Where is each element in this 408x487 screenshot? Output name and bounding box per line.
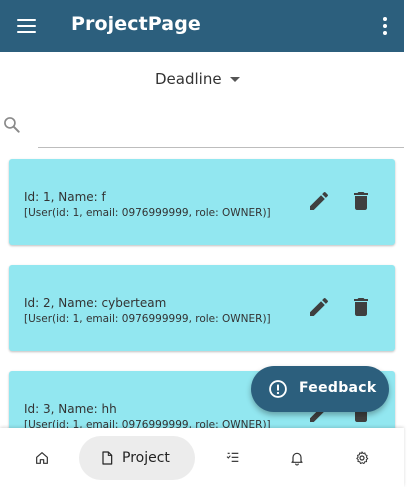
sort-label: Deadline bbox=[155, 70, 222, 88]
nav-item-notifications[interactable] bbox=[277, 436, 317, 480]
gear-icon bbox=[356, 451, 369, 465]
alert-circle-icon bbox=[269, 380, 287, 398]
task-list-icon bbox=[226, 452, 239, 462]
project-list-area: Deadline Id: 1, Name: f [User(id: 1, ema… bbox=[0, 0, 404, 428]
project-name-line: Id: 1, Name: f bbox=[24, 190, 106, 204]
sort-dropdown[interactable]: Deadline bbox=[155, 66, 240, 92]
search-input[interactable] bbox=[38, 110, 404, 148]
nav-item-project[interactable]: Project bbox=[79, 436, 195, 480]
project-users-line: [User(id: 1, email: 0976999999, role: OW… bbox=[24, 313, 271, 325]
project-users-line: [User(id: 1, email: 0976999999, role: OW… bbox=[24, 207, 271, 219]
feedback-label: Feedback bbox=[299, 380, 377, 396]
nav-item-home[interactable] bbox=[22, 436, 62, 480]
project-name-line: Id: 2, Name: cyberteam bbox=[24, 296, 167, 310]
delete-icon[interactable] bbox=[349, 295, 373, 319]
page-title: ProjectPage bbox=[71, 13, 201, 35]
project-document-icon bbox=[102, 451, 113, 465]
search-icon bbox=[4, 117, 20, 133]
edit-icon[interactable] bbox=[307, 189, 331, 213]
project-page: Deadline Id: 1, Name: f [User(id: 1, ema… bbox=[0, 0, 408, 487]
delete-icon[interactable] bbox=[349, 189, 373, 213]
menu-icon[interactable] bbox=[10, 12, 42, 40]
bottom-navigation: Project bbox=[0, 428, 404, 487]
more-vert-icon[interactable] bbox=[376, 13, 394, 39]
feedback-button[interactable]: Feedback bbox=[251, 366, 389, 412]
edit-icon[interactable] bbox=[307, 295, 331, 319]
nav-label-project: Project bbox=[122, 450, 170, 466]
project-name-line: Id: 3, Name: hh bbox=[24, 402, 117, 416]
bell-icon bbox=[291, 452, 303, 466]
caret-down-icon bbox=[229, 76, 240, 82]
nav-item-tasks[interactable] bbox=[213, 436, 253, 480]
nav-item-settings[interactable] bbox=[342, 436, 382, 480]
project-users-line: [User(id: 1, email: 0976999999, role: OW… bbox=[24, 419, 271, 428]
project-card[interactable]: Id: 1, Name: f [User(id: 1, email: 09769… bbox=[9, 159, 395, 245]
home-icon bbox=[36, 452, 48, 464]
project-card[interactable]: Id: 2, Name: cyberteam [User(id: 1, emai… bbox=[9, 265, 395, 351]
app-bar: ProjectPage bbox=[0, 0, 404, 52]
